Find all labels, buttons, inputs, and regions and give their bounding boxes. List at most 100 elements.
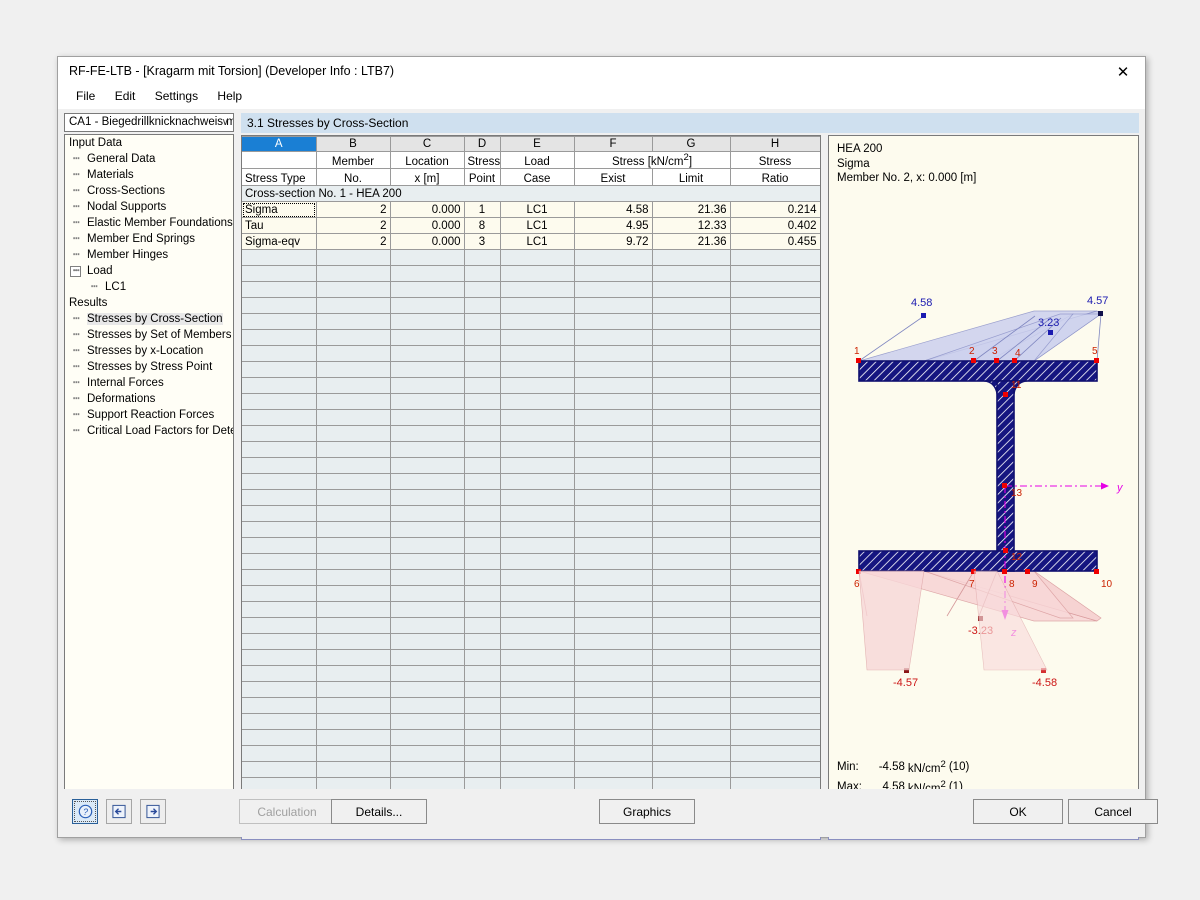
table-empty-row[interactable]	[242, 250, 820, 266]
cell-empty[interactable]	[500, 282, 574, 298]
sidebar-item-results[interactable]: Results	[65, 295, 233, 311]
cell-empty[interactable]	[500, 554, 574, 570]
column-header-H[interactable]: H	[730, 137, 820, 152]
cell-empty[interactable]	[730, 634, 820, 650]
cell-empty[interactable]	[574, 554, 652, 570]
cell-empty[interactable]	[730, 618, 820, 634]
cell-empty[interactable]	[730, 314, 820, 330]
cell-empty[interactable]	[652, 746, 730, 762]
cell-empty[interactable]	[242, 378, 316, 394]
table-empty-row[interactable]	[242, 442, 820, 458]
cell-empty[interactable]	[574, 506, 652, 522]
cell-empty[interactable]	[652, 762, 730, 778]
sidebar-item-internal-forces[interactable]: ┅Internal Forces	[65, 375, 233, 391]
cell-empty[interactable]	[242, 346, 316, 362]
cell-empty[interactable]	[652, 538, 730, 554]
cell-member_no[interactable]: 2	[316, 218, 390, 234]
cell-empty[interactable]	[574, 266, 652, 282]
cell-empty[interactable]	[242, 602, 316, 618]
menu-edit[interactable]: Edit	[107, 87, 144, 105]
cell-empty[interactable]	[574, 666, 652, 682]
cell-empty[interactable]	[574, 618, 652, 634]
cell-empty[interactable]	[390, 746, 464, 762]
cell-empty[interactable]	[316, 426, 390, 442]
cell-empty[interactable]	[574, 586, 652, 602]
cell-empty[interactable]	[464, 298, 500, 314]
table-empty-row[interactable]	[242, 426, 820, 442]
table-empty-row[interactable]	[242, 698, 820, 714]
cell-empty[interactable]	[574, 746, 652, 762]
cell-empty[interactable]	[464, 746, 500, 762]
cell-empty[interactable]	[242, 426, 316, 442]
cell-empty[interactable]	[464, 554, 500, 570]
cell-empty[interactable]	[390, 634, 464, 650]
table-empty-row[interactable]	[242, 618, 820, 634]
table-row[interactable]: Tau20.0008LC14.9512.330.402	[242, 218, 820, 234]
cell-empty[interactable]	[730, 378, 820, 394]
cell-empty[interactable]	[390, 266, 464, 282]
results-table[interactable]: ABCDEFGHMemberLocationStressLoadStress […	[242, 136, 821, 808]
cell-empty[interactable]	[574, 522, 652, 538]
cell-load_case[interactable]: LC1	[500, 218, 574, 234]
cell-empty[interactable]	[390, 394, 464, 410]
cell-limit[interactable]: 21.36	[652, 202, 730, 218]
cell-empty[interactable]	[500, 474, 574, 490]
cell-empty[interactable]	[242, 394, 316, 410]
cell-empty[interactable]	[730, 490, 820, 506]
cell-empty[interactable]	[652, 554, 730, 570]
cell-empty[interactable]	[652, 602, 730, 618]
sidebar-item-lc1[interactable]: ┅LC1	[65, 279, 233, 295]
cell-empty[interactable]	[316, 410, 390, 426]
cell-location[interactable]: 0.000	[390, 202, 464, 218]
table-empty-row[interactable]	[242, 746, 820, 762]
cell-empty[interactable]	[574, 250, 652, 266]
cell-empty[interactable]	[316, 394, 390, 410]
cell-empty[interactable]	[390, 442, 464, 458]
table-empty-row[interactable]	[242, 298, 820, 314]
sidebar-item-critical-load-factors-for-detern[interactable]: ┅Critical Load Factors for Detern	[65, 423, 233, 439]
cell-empty[interactable]	[464, 506, 500, 522]
cell-empty[interactable]	[730, 282, 820, 298]
cell-empty[interactable]	[730, 730, 820, 746]
cell-empty[interactable]	[242, 442, 316, 458]
cell-empty[interactable]	[500, 506, 574, 522]
cell-empty[interactable]	[242, 474, 316, 490]
cell-empty[interactable]	[316, 458, 390, 474]
cell-empty[interactable]	[652, 474, 730, 490]
cell-empty[interactable]	[500, 602, 574, 618]
table-empty-row[interactable]	[242, 346, 820, 362]
cell-empty[interactable]	[730, 762, 820, 778]
cell-stress_point[interactable]: 3	[464, 234, 500, 250]
cell-empty[interactable]	[464, 618, 500, 634]
cell-empty[interactable]	[652, 730, 730, 746]
column-header-C[interactable]: C	[390, 137, 464, 152]
sidebar-item-load[interactable]: −┅Load	[65, 263, 233, 279]
cell-empty[interactable]	[464, 586, 500, 602]
cell-empty[interactable]	[316, 746, 390, 762]
cell-empty[interactable]	[652, 586, 730, 602]
cell-member_no[interactable]: 2	[316, 234, 390, 250]
cell-empty[interactable]	[316, 730, 390, 746]
cell-empty[interactable]	[730, 442, 820, 458]
cell-ratio[interactable]: 0.402	[730, 218, 820, 234]
cell-empty[interactable]	[464, 282, 500, 298]
cell-empty[interactable]	[242, 682, 316, 698]
cell-empty[interactable]	[500, 346, 574, 362]
cell-empty[interactable]	[316, 250, 390, 266]
cell-empty[interactable]	[242, 314, 316, 330]
table-empty-row[interactable]	[242, 538, 820, 554]
cell-empty[interactable]	[316, 266, 390, 282]
cell-empty[interactable]	[500, 762, 574, 778]
cell-exist[interactable]: 4.58	[574, 202, 652, 218]
cell-empty[interactable]	[242, 762, 316, 778]
cell-empty[interactable]	[464, 602, 500, 618]
sidebar-item-nodal-supports[interactable]: ┅Nodal Supports	[65, 199, 233, 215]
cell-empty[interactable]	[500, 618, 574, 634]
sidebar-item-stresses-by-stress-point[interactable]: ┅Stresses by Stress Point	[65, 359, 233, 375]
cell-empty[interactable]	[316, 522, 390, 538]
cell-empty[interactable]	[242, 330, 316, 346]
table-row[interactable]: Sigma-eqv20.0003LC19.7221.360.455	[242, 234, 820, 250]
table-empty-row[interactable]	[242, 586, 820, 602]
cell-empty[interactable]	[390, 426, 464, 442]
cell-empty[interactable]	[500, 586, 574, 602]
